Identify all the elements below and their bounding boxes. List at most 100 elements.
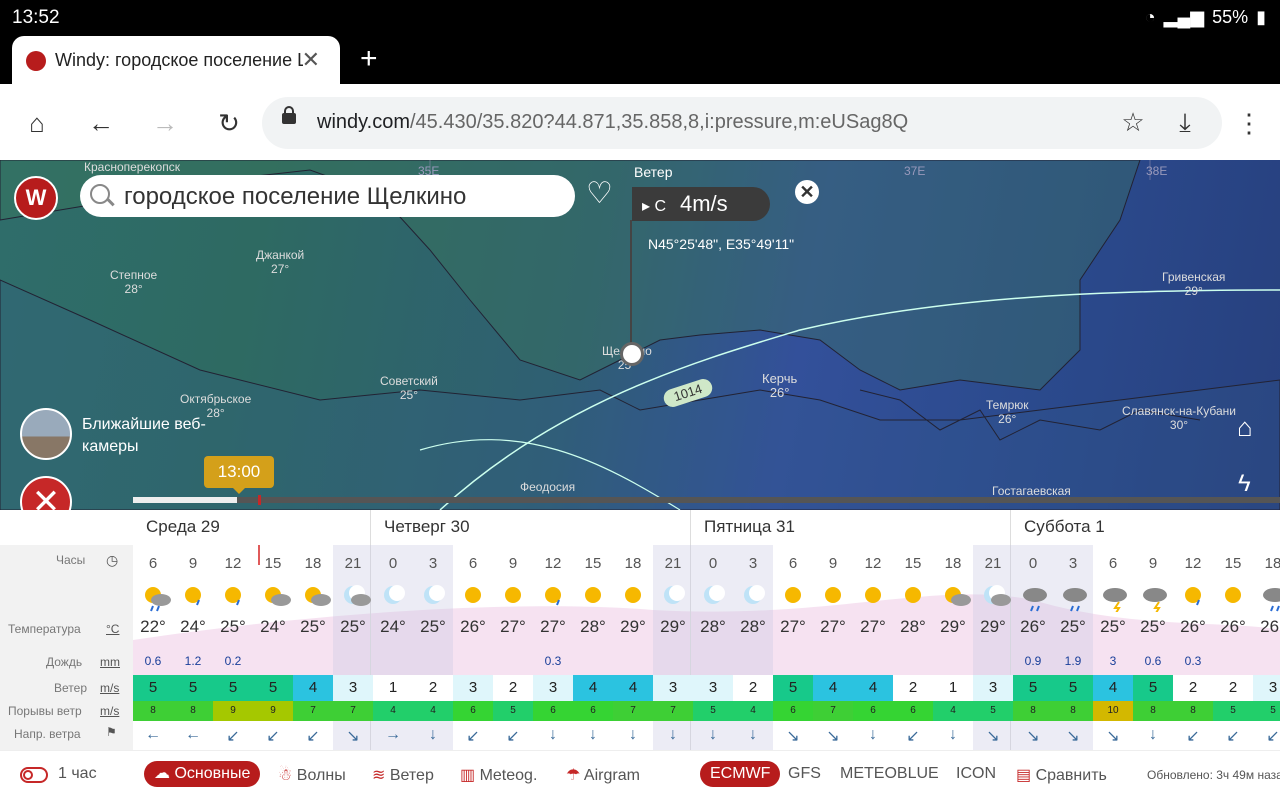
- back-icon[interactable]: ←: [86, 108, 116, 139]
- timeline-track[interactable]: [133, 495, 1280, 505]
- sun-cloud-icon: [253, 580, 293, 612]
- gust-cell: 5: [693, 701, 733, 721]
- thunderstorm-icon[interactable]: ϟ: [1238, 470, 1251, 498]
- hour-cell: 18: [944, 555, 962, 572]
- gust-cell: 6: [573, 701, 613, 721]
- wind-cell: 1: [933, 675, 973, 701]
- search-box[interactable]: [80, 175, 575, 217]
- temperature-cell: 24°: [260, 617, 286, 636]
- gust-cell: 8: [133, 701, 173, 721]
- browser-tab[interactable]: Windy: городское поселение Щелкино ✕: [12, 36, 340, 84]
- url-text[interactable]: windy.com/45.430/35.820?44.871,35.858,8,…: [317, 111, 908, 134]
- day-header[interactable]: Суббота 1: [1024, 517, 1105, 537]
- wind-tab[interactable]: ≋ Ветер: [372, 765, 434, 785]
- tab-close-icon[interactable]: ✕: [302, 47, 320, 73]
- gust-cell: 9: [253, 701, 293, 721]
- wind-cell: 2: [733, 675, 773, 701]
- battery-text: 55%: [1212, 7, 1249, 27]
- weather-map[interactable]: Красноперекопск Степное 28° Джанкой 27° Ок…: [0, 160, 1280, 510]
- wind-cell: 5: [1053, 675, 1093, 701]
- rain-unit[interactable]: mm: [100, 655, 120, 669]
- wind-direction-arrow-icon: ↘: [1106, 728, 1120, 745]
- wind-picker-badge[interactable]: ▸ С 4m/s: [632, 187, 770, 221]
- ecmwf-model-tab[interactable]: ECMWF: [700, 761, 781, 787]
- meridian-label: 37E: [904, 164, 926, 178]
- wind-cell: 5: [173, 675, 213, 701]
- temperature-cell: 29°: [660, 617, 686, 636]
- temperature-unit[interactable]: °C: [106, 622, 119, 636]
- gust-cell: 6: [893, 701, 933, 721]
- moon-cloud-icon: [333, 580, 373, 612]
- sun-icon: [773, 580, 813, 612]
- windy-logo[interactable]: W: [14, 176, 58, 220]
- hour-cell: 3: [1068, 555, 1078, 572]
- home-location-icon[interactable]: ⌂: [1237, 412, 1253, 443]
- interval-toggle[interactable]: [20, 767, 48, 783]
- temperature-cell: 26°: [1180, 617, 1206, 636]
- wind-cell: 5: [253, 675, 293, 701]
- temperature-cell: 27°: [860, 617, 886, 636]
- search-input[interactable]: [122, 179, 566, 215]
- gfs-model-tab[interactable]: GFS: [788, 765, 821, 783]
- wind-direction-arrow-icon: ↙: [306, 728, 320, 745]
- status-bar: 13:52 ◔ ▂▄▆ 55% ▮: [0, 0, 1280, 34]
- wifi-icon: ◔: [1144, 7, 1156, 27]
- wind-cell: 2: [493, 675, 533, 701]
- day-header[interactable]: Среда 29: [146, 517, 220, 537]
- wind-cell: 1: [373, 675, 413, 701]
- basic-tab[interactable]: ☁ Основные: [144, 761, 261, 787]
- icon-model-tab[interactable]: ICON: [956, 765, 996, 783]
- forward-icon[interactable]: →: [150, 108, 180, 139]
- wind-direction-arrow-icon: ↓: [669, 726, 677, 743]
- wind-cell: 3: [653, 675, 693, 701]
- wind-direction-arrow-icon: ↘: [826, 728, 840, 745]
- gust-cell: 5: [973, 701, 1013, 721]
- temperature-cell: 25°: [420, 617, 446, 636]
- picker-line: [630, 220, 632, 348]
- wind-unit[interactable]: m/s: [100, 681, 119, 695]
- address-bar[interactable]: windy.com/45.430/35.820?44.871,35.858,8,…: [262, 97, 1222, 149]
- interval-label[interactable]: 1 час: [58, 765, 97, 783]
- webcam-thumbnail[interactable]: [20, 408, 72, 460]
- compare-button[interactable]: ▤ Сравнить: [1016, 765, 1107, 785]
- current-time-marker: [258, 545, 260, 565]
- browser-toolbar: ⌂ ← → ↻ windy.com/45.430/35.820?44.871,3…: [0, 84, 1280, 160]
- gusts-unit[interactable]: m/s: [100, 704, 119, 718]
- webcams-label[interactable]: Ближайшие веб-камеры: [82, 414, 222, 458]
- wind-direction-arrow-icon: ↘: [1026, 728, 1040, 745]
- wind-dir-label: Напр. ветра: [14, 727, 81, 741]
- gust-cell: 7: [293, 701, 333, 721]
- bookmark-star-icon[interactable]: ☆: [1118, 107, 1148, 138]
- menu-icon[interactable]: ⋮: [1234, 108, 1264, 139]
- temperature-cell: 25°: [1060, 617, 1086, 636]
- gust-cell: 7: [333, 701, 373, 721]
- picker-marker[interactable]: [620, 342, 644, 366]
- timeline-time-bubble[interactable]: 13:00: [204, 456, 274, 494]
- temperature-cell: 25°: [1140, 617, 1166, 636]
- wind-direction-arrow-icon: →: [385, 726, 401, 743]
- wind-direction-arrow-icon: ↙: [266, 728, 280, 745]
- airgram-tab[interactable]: ☂ Airgram: [566, 765, 640, 785]
- waves-tab[interactable]: ☃ Волны: [278, 765, 346, 785]
- download-icon[interactable]: ⤓: [1170, 107, 1200, 139]
- meteoblue-model-tab[interactable]: METEOBLUE: [840, 765, 939, 783]
- hour-cell: 9: [508, 555, 518, 572]
- windy-favicon-icon: [26, 51, 46, 71]
- reload-icon[interactable]: ↻: [214, 108, 244, 139]
- day-header[interactable]: Четверг 30: [384, 517, 470, 537]
- home-icon[interactable]: ⌂: [22, 108, 52, 139]
- favorite-heart-icon[interactable]: ♡: [586, 176, 613, 211]
- rain-sun-icon: [133, 580, 173, 612]
- wind-direction-arrow-icon: ←: [145, 726, 161, 743]
- wind-direction-arrow-icon: ↙: [466, 728, 480, 745]
- wind-direction-arrow-icon: ↓: [1149, 726, 1157, 743]
- meteogram-tab[interactable]: ▥ Meteog.: [460, 765, 537, 785]
- wind-direction-arrow-icon: ↙: [226, 728, 240, 745]
- day-header[interactable]: Пятница 31: [704, 517, 795, 537]
- new-tab-icon[interactable]: +: [360, 42, 378, 76]
- storm-icon: [1133, 580, 1173, 614]
- close-picker-icon[interactable]: ✕: [795, 180, 819, 204]
- hour-cell: 18: [1264, 555, 1280, 572]
- hour-cell: 0: [1028, 555, 1038, 572]
- wind-cell: 4: [613, 675, 653, 701]
